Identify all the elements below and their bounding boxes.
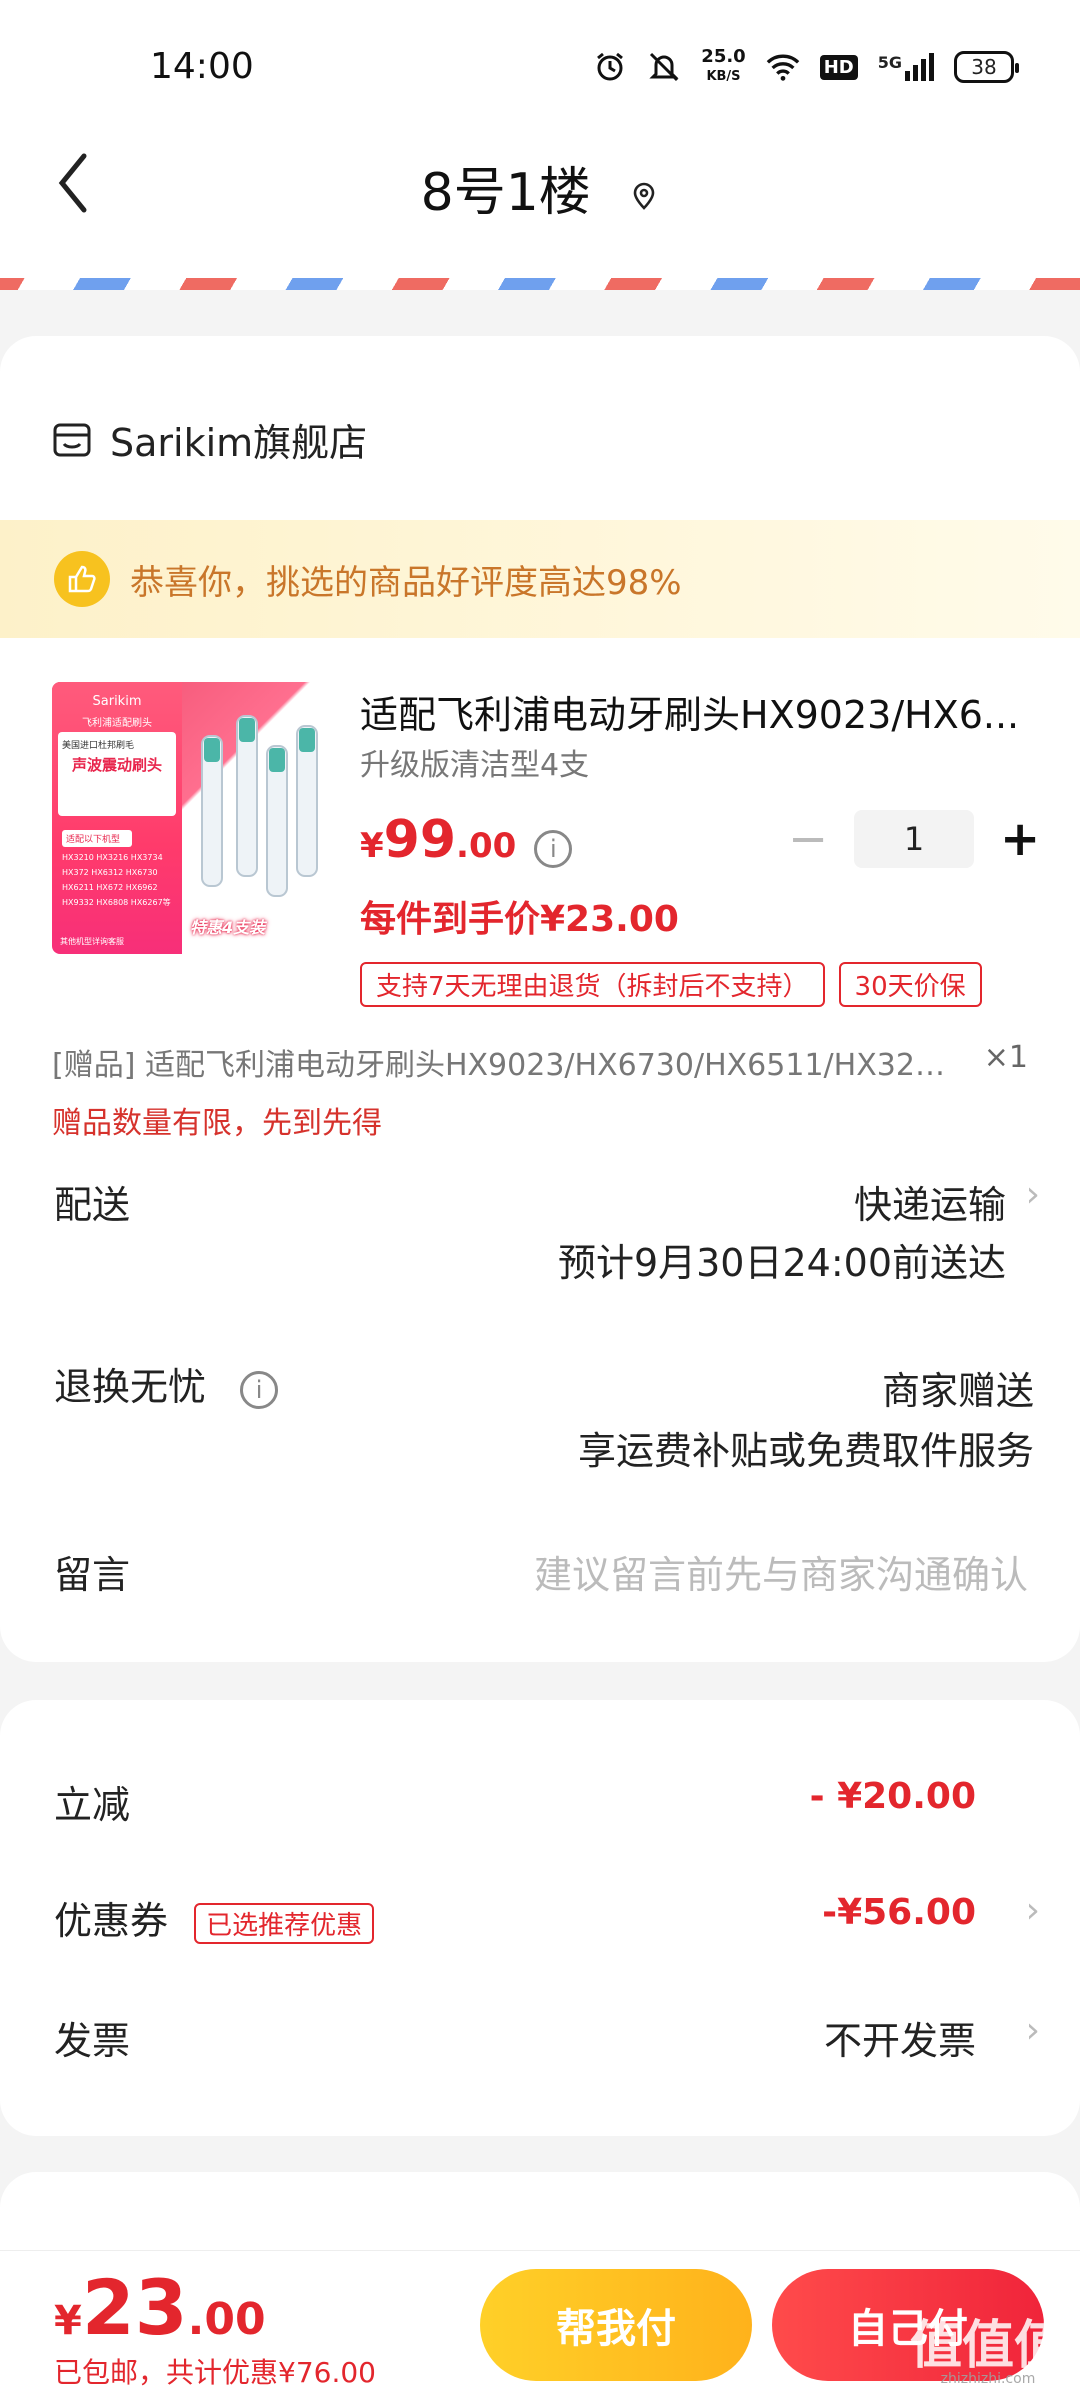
total-price: ¥ 23 .00 <box>54 2263 266 2352</box>
alarm-icon <box>593 50 627 84</box>
airmail-divider <box>0 278 1080 290</box>
store-name: Sarikim旗舰店 <box>110 421 368 465</box>
total-subtext: 已包邮，共计优惠¥76.00 <box>54 2356 376 2389</box>
service-tags: 支持7天无理由退货（拆封后不支持） 30天价保 <box>360 962 982 1007</box>
status-bar: 14:00 25.0 KB/S HD 5G 38 <box>0 0 1080 120</box>
coupon-label: 优惠券 <box>54 1899 169 1943</box>
quantity-stepper: − 1 + <box>788 810 1040 868</box>
image-promo: 特惠4支装 <box>190 918 266 937</box>
total-decimal: .00 <box>187 2294 266 2345</box>
image-more: 其他机型详询客服 <box>60 937 124 946</box>
increase-button[interactable]: + <box>1000 811 1040 867</box>
network-speed: 25.0 KB/S <box>701 48 745 86</box>
address-title[interactable]: 8号1楼 <box>0 150 1080 225</box>
price-integer: 99 <box>383 810 457 870</box>
product-spec[interactable]: 升级版清洁型4支 <box>360 740 589 784</box>
product-image[interactable]: Sarikim 飞利浦适配刷头 美国进口杜邦刷毛 声波震动刷头 适配以下机型 H… <box>52 682 342 954</box>
store-row[interactable]: Sarikim旗舰店 <box>52 412 367 467</box>
message-input[interactable]: 建议留言前先与商家沟通确认 <box>534 1544 1028 1599</box>
gift-text: [赠品] 适配飞利浦电动牙刷头HX9023/HX6730/HX6511/HX32… <box>52 1048 964 1083</box>
returns-label: 退换无忧 <box>54 1365 207 1409</box>
wifi-icon <box>766 50 800 84</box>
status-time: 14:00 <box>150 46 254 87</box>
unit-price: 每件到手价¥23.00 <box>360 899 679 940</box>
coupon-badge: 已选推荐优惠 <box>194 1903 375 1944</box>
delivery-method[interactable]: 快递运输 <box>854 1174 1006 1229</box>
header: 8号1楼 <box>0 120 1080 290</box>
help-pay-button[interactable]: 帮我付 <box>480 2269 752 2381</box>
status-icons: 25.0 KB/S HD 5G 38 <box>593 48 1019 86</box>
delivery-eta: 预计9月30日24:00前送达 <box>557 1241 1006 1285</box>
praise-banner: 恭喜你，挑选的商品好评度高达98% <box>0 520 1080 638</box>
product-price: ¥ 99 .00 i <box>360 810 573 870</box>
gift-note: 赠品数量有限，先到先得 <box>52 1106 382 1141</box>
praise-text: 恭喜你，挑选的商品好评度高达98% <box>130 562 682 603</box>
mute-bell-icon <box>647 50 681 84</box>
coupon-chevron-icon[interactable]: › <box>1026 1890 1040 1931</box>
image-line1: 飞利浦适配刷头 <box>82 718 152 729</box>
invoice-chevron-icon[interactable]: › <box>1026 2010 1040 2051</box>
speed-unit: KB/S <box>706 69 741 84</box>
decrease-button[interactable]: − <box>788 811 828 867</box>
returns-line2: 享运费补贴或免费取件服务 <box>577 1429 1034 1473</box>
returns-line1: 商家赠送 <box>881 1369 1034 1413</box>
network-type: 5G <box>877 53 902 72</box>
gift-row[interactable]: [赠品] 适配飞利浦电动牙刷头HX9023/HX6730/HX6511/HX32… <box>52 1040 1028 1084</box>
total-symbol: ¥ <box>54 2298 82 2344</box>
message-label: 留言 <box>54 1553 131 1597</box>
coupon-value[interactable]: -¥56.00 <box>822 1892 976 1933</box>
quantity-value[interactable]: 1 <box>854 810 974 868</box>
coupon-row[interactable]: 优惠券 已选推荐优惠 <box>54 1890 375 1945</box>
product-title[interactable]: 适配飞利浦电动牙刷头HX9023/HX6... <box>360 684 1020 739</box>
hd-icon: HD <box>819 54 858 80</box>
thumbs-up-icon <box>54 551 110 607</box>
location-pin-icon <box>634 182 655 210</box>
invoice-value[interactable]: 不开发票 <box>824 2010 976 2065</box>
image-line2: 美国进口杜邦刷毛 <box>62 741 135 751</box>
image-brand: Sarikim <box>92 694 142 709</box>
fee-card: 立减 - ¥20.00 优惠券 已选推荐优惠 -¥56.00 › 发票 不开发票… <box>0 1700 1080 2136</box>
image-fits: 适配以下机型 <box>62 830 132 847</box>
returns-row: 退换无忧 i <box>54 1356 279 1411</box>
price-symbol: ¥ <box>360 826 384 866</box>
discount-label: 立减 <box>54 1783 131 1827</box>
speed-value: 25.0 <box>701 46 746 67</box>
image-models: HX3210 HX3216 HX3734 HX372 HX6312 HX6730… <box>62 853 171 907</box>
image-headline: 声波震动刷头 <box>71 756 162 774</box>
delivery-label: 配送 <box>54 1183 131 1227</box>
return-policy-tag: 支持7天无理由退货（拆封后不支持） <box>360 962 825 1007</box>
order-card: Sarikim旗舰店 恭喜你，挑选的商品好评度高达98% Sarikim 飞利浦… <box>0 336 1080 1662</box>
checkout-bar: ¥ 23 .00 已包邮，共计优惠¥76.00 帮我付 自己付 值值值 zhiz… <box>0 2250 1080 2400</box>
battery-icon: 38 <box>954 51 1019 83</box>
price-decimal: .00 <box>456 826 517 866</box>
gift-qty: ×1 <box>983 1040 1028 1075</box>
invoice-label: 发票 <box>54 2019 131 2063</box>
watermark: 值值值 zhizhizhi.com <box>910 2320 1066 2386</box>
discount-value: - ¥20.00 <box>809 1776 976 1817</box>
price-protect-tag: 30天价保 <box>838 962 982 1007</box>
page-title: 8号1楼 <box>420 163 591 223</box>
returns-info-icon[interactable]: i <box>240 1370 279 1409</box>
delivery-chevron-icon[interactable]: › <box>1026 1174 1040 1215</box>
total-integer: 23 <box>81 2263 188 2352</box>
watermark-main: 值值值 <box>909 2316 1066 2376</box>
signal-icon: 5G <box>878 53 934 81</box>
toothbrush-heads-illustration <box>201 715 318 897</box>
store-icon <box>53 423 91 456</box>
price-info-icon[interactable]: i <box>534 830 573 868</box>
